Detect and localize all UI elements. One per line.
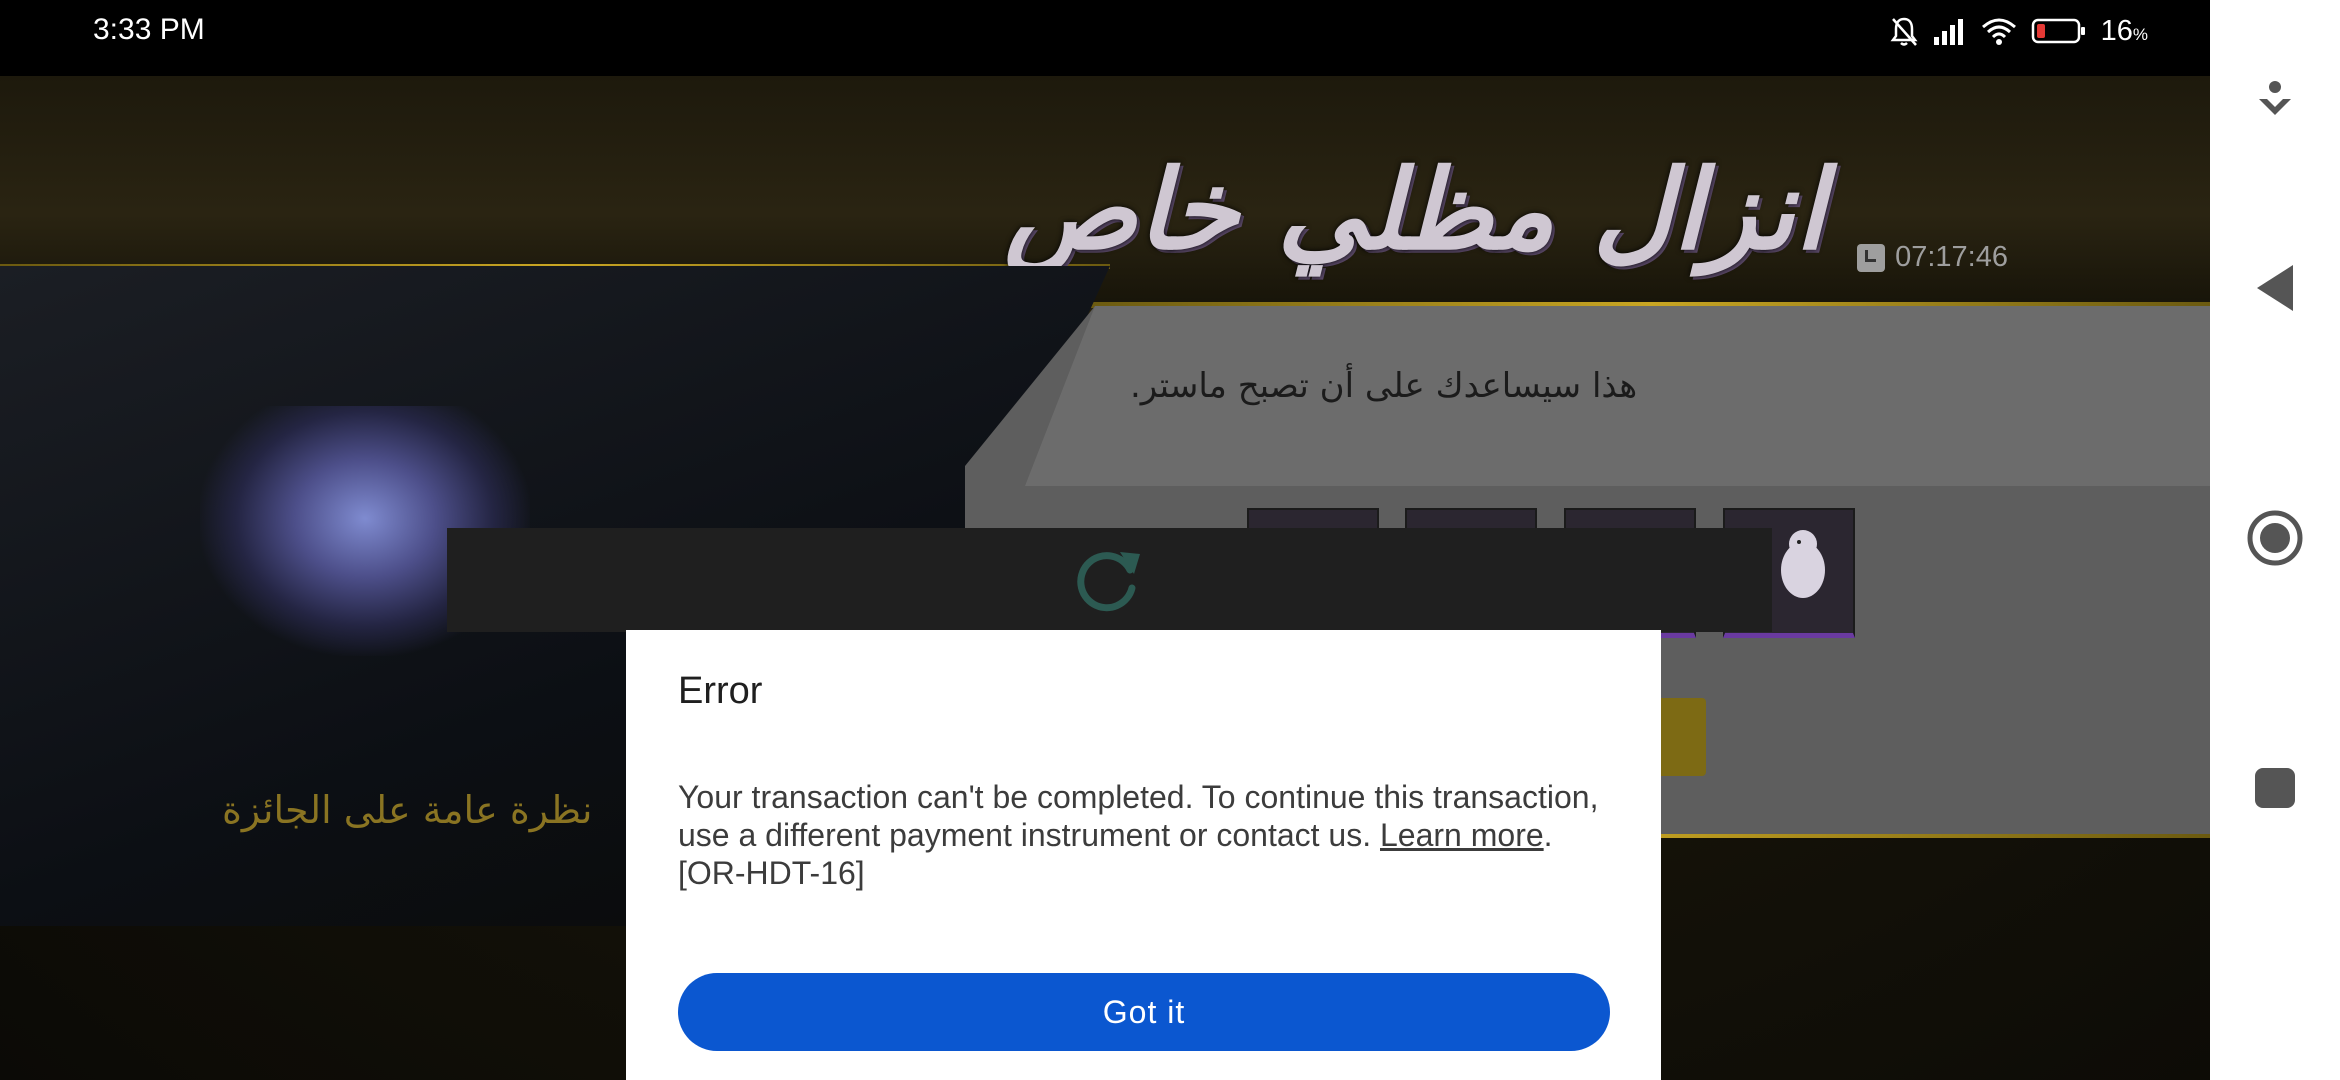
message-period: .	[1543, 817, 1553, 853]
event-description: هذا سيساعدك على أن تصبح ماستر.	[1130, 366, 1638, 406]
battery-icon	[2031, 17, 2087, 45]
error-code: [OR-HDT-16]	[678, 855, 865, 891]
signal-icon	[1933, 17, 1967, 45]
dialog-title: Error	[678, 670, 763, 712]
got-it-button[interactable]: Got it	[678, 973, 1610, 1051]
learn-more-link[interactable]: Learn more	[1380, 817, 1544, 853]
recents-icon	[2254, 767, 2296, 813]
home-icon	[2246, 509, 2304, 571]
refresh-icon	[1068, 540, 1148, 620]
event-timer: 07:17:46	[1857, 241, 2008, 274]
dialog-message: Your transaction can't be completed. To …	[678, 778, 1618, 892]
timer-value: 07:17:46	[1895, 241, 2008, 273]
download-icon	[2255, 79, 2295, 127]
home-button[interactable]	[2210, 495, 2340, 585]
wifi-icon	[1981, 17, 2017, 45]
back-button[interactable]	[2210, 245, 2340, 335]
reward-overview-label: نظرة عامة على الجائزة	[222, 788, 593, 832]
recents-button[interactable]	[2210, 745, 2340, 835]
status-icons: 16%	[1889, 14, 2148, 48]
status-time: 3:33 PM	[93, 13, 205, 46]
event-title: انزال مظلي خاص	[1004, 146, 1825, 274]
status-bar: 3:33 PM 16%	[0, 0, 2210, 76]
back-icon	[2253, 263, 2297, 317]
mute-icon	[1889, 15, 1919, 47]
navigation-bar	[2210, 0, 2340, 1080]
battery-percent: 16%	[2100, 14, 2148, 47]
clock-icon	[1857, 243, 1886, 272]
download-button[interactable]	[2210, 58, 2340, 148]
error-dialog: Error Your transaction can't be complete…	[626, 630, 1661, 1080]
